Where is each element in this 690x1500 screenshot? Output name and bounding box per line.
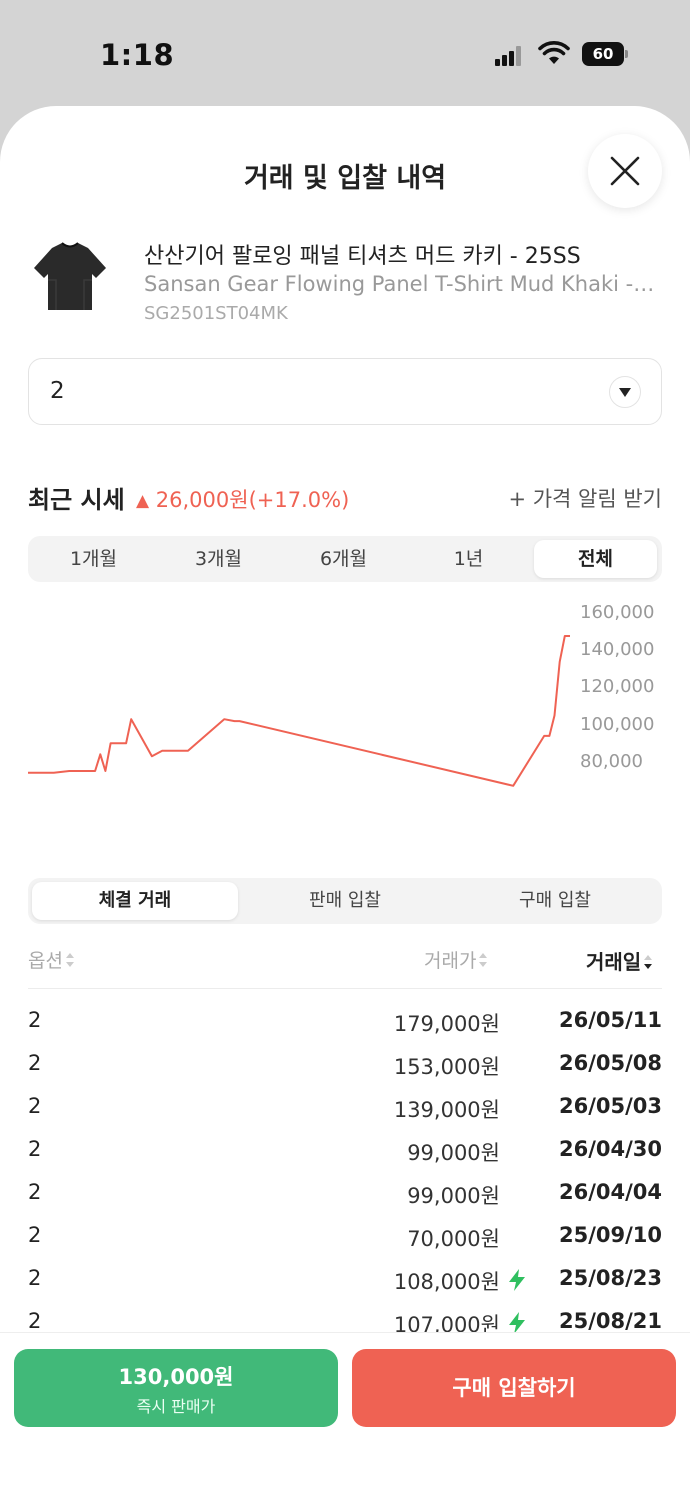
lightning-bolt-icon (509, 1269, 525, 1291)
y-axis-tick: 140,000 (580, 639, 655, 660)
option-select-value: 2 (50, 378, 65, 404)
header-date[interactable]: 거래일 (586, 946, 653, 975)
battery-level: 60 (582, 42, 624, 66)
table-row: 2 153,000원 26/05/08 (28, 1045, 662, 1085)
table-row: 2 99,000원 26/04/04 (28, 1174, 662, 1214)
row-option: 2 (28, 1094, 42, 1118)
product-name-english: Sansan Gear Flowing Panel T-Shirt Mud Kh… (144, 272, 659, 296)
bottom-action-bar: 130,000원 즉시 판매가 구매 입찰하기 (0, 1332, 690, 1500)
product-code: SG2501ST04MK (144, 303, 288, 324)
row-option: 2 (28, 1137, 42, 1161)
tab-1-month[interactable]: 1개월 (32, 540, 155, 578)
tab-1-year[interactable]: 1년 (407, 540, 530, 578)
close-button[interactable] (588, 134, 662, 208)
y-axis-tick: 100,000 (580, 714, 655, 735)
header-option[interactable]: 옵션 (28, 946, 75, 973)
row-date: 26/05/11 (558, 1008, 662, 1032)
y-axis-tick: 160,000 (580, 602, 655, 623)
tab-6-months[interactable]: 6개월 (282, 540, 405, 578)
status-time: 1:18 (100, 38, 175, 72)
table-row: 2 108,000원 25/08/23 (28, 1260, 662, 1300)
row-price: 99,000원 (407, 1141, 500, 1165)
row-price: 139,000원 (393, 1098, 500, 1122)
row-option: 2 (28, 1180, 42, 1204)
sort-icon (479, 953, 488, 967)
header-option-label: 옵션 (28, 950, 63, 972)
row-option: 2 (28, 1008, 42, 1032)
period-tabs: 1개월 3개월 6개월 1년 전체 (28, 536, 662, 582)
y-axis-tick: 80,000 (580, 751, 643, 772)
row-price: 179,000원 (393, 1012, 500, 1036)
buy-bid-button[interactable]: 구매 입찰하기 (352, 1349, 676, 1427)
row-date: 26/04/30 (558, 1137, 662, 1161)
price-chart-svg (28, 635, 570, 787)
row-price: 153,000원 (393, 1055, 500, 1079)
row-option: 2 (28, 1223, 42, 1247)
up-triangle-icon: ▲ (136, 491, 150, 511)
instant-sell-price: 130,000원 (118, 1365, 234, 1389)
row-date: 26/05/03 (558, 1094, 662, 1118)
market-price-title: 최근 시세 (28, 486, 125, 514)
table-divider (28, 988, 662, 989)
header-date-label: 거래일 (586, 950, 642, 974)
instant-sell-label: 즉시 판매가 (136, 1397, 216, 1416)
price-change: ▲ 26,000원(+17.0%) (136, 484, 349, 514)
y-axis-tick: 120,000 (580, 676, 655, 697)
trade-tabs: 체결 거래 판매 입찰 구매 입찰 (28, 878, 662, 924)
row-date: 26/05/08 (558, 1051, 662, 1075)
option-select[interactable]: 2 (28, 358, 662, 425)
row-date: 25/08/21 (558, 1309, 662, 1333)
wifi-icon (538, 41, 570, 64)
cellular-signal-icon (495, 46, 523, 66)
row-date: 25/09/10 (558, 1223, 662, 1247)
product-name: 산산기어 팔로잉 패널 티셔츠 머드 카키 - 25SS (144, 244, 581, 269)
tab-buy-bids[interactable]: 구매 입찰 (452, 882, 658, 920)
price-alert-button[interactable]: + 가격 알림 받기 (508, 483, 662, 513)
row-option: 2 (28, 1309, 42, 1333)
row-option: 2 (28, 1266, 42, 1290)
header-price[interactable]: 거래가 (424, 946, 488, 973)
sort-icon (65, 953, 74, 967)
dropdown-arrow-icon (609, 376, 641, 408)
row-date: 25/08/23 (558, 1266, 662, 1290)
price-chart: 160,000 140,000 120,000 100,000 80,000 (0, 596, 690, 806)
product-image (34, 242, 106, 310)
table-row: 2 99,000원 26/04/30 (28, 1131, 662, 1171)
battery-icon: 60 (582, 42, 628, 66)
tab-completed-trades[interactable]: 체결 거래 (32, 882, 238, 920)
tab-3-months[interactable]: 3개월 (157, 540, 280, 578)
table-row: 2 179,000원 26/05/11 (28, 1002, 662, 1042)
row-option: 2 (28, 1051, 42, 1075)
tab-sell-bids[interactable]: 판매 입찰 (242, 882, 448, 920)
price-change-value: 26,000원(+17.0%) (155, 488, 350, 512)
status-bar: 1:18 60 (0, 0, 690, 106)
row-price: 70,000원 (407, 1227, 500, 1251)
table-row: 2 139,000원 26/05/03 (28, 1088, 662, 1128)
row-price: 108,000원 (393, 1270, 500, 1294)
row-price: 99,000원 (407, 1184, 500, 1208)
close-icon (610, 156, 640, 186)
price-line (28, 635, 570, 787)
tab-all[interactable]: 전체 (534, 540, 657, 578)
trade-history-sheet: 거래 및 입찰 내역 산산기어 팔로잉 패널 티셔츠 머드 카키 - 25SS … (0, 106, 690, 1500)
row-date: 26/04/04 (558, 1180, 662, 1204)
sort-desc-icon (644, 955, 653, 969)
instant-sell-button[interactable]: 130,000원 즉시 판매가 (14, 1349, 338, 1427)
header-price-label: 거래가 (424, 950, 477, 972)
table-row: 2 70,000원 25/09/10 (28, 1217, 662, 1257)
sheet-title: 거래 및 입찰 내역 (243, 163, 447, 194)
